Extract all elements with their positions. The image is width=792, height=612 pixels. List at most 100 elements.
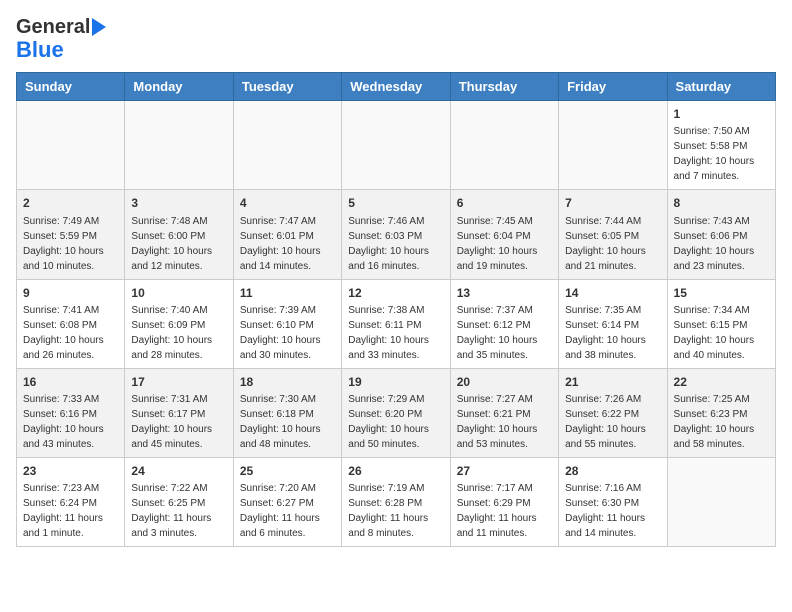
calendar-cell: 12 Sunrise: 7:38 AM Sunset: 6:11 PM Dayli… <box>342 279 450 368</box>
day-info: Sunrise: 7:50 AM Sunset: 5:58 PM Dayligh… <box>674 126 755 182</box>
calendar-cell: 5 Sunrise: 7:46 AM Sunset: 6:03 PM Daylig… <box>342 190 450 279</box>
calendar-cell: 9 Sunrise: 7:41 AM Sunset: 6:08 PM Daylig… <box>17 279 125 368</box>
day-info: Sunrise: 7:40 AM Sunset: 6:09 PM Dayligh… <box>131 305 212 361</box>
calendar-cell: 14 Sunrise: 7:35 AM Sunset: 6:14 PM Dayli… <box>559 279 667 368</box>
day-number: 4 <box>240 195 335 211</box>
day-number: 15 <box>674 285 769 301</box>
day-info: Sunrise: 7:37 AM Sunset: 6:12 PM Dayligh… <box>457 305 538 361</box>
calendar-cell: 22 Sunrise: 7:25 AM Sunset: 6:23 PM Dayli… <box>667 368 775 457</box>
calendar-cell: 3Sunrise: 7:48 AM Sunset: 6:00 PM Daylig… <box>125 190 233 279</box>
day-number: 13 <box>457 285 552 301</box>
calendar-cell: 16Sunrise: 7:33 AM Sunset: 6:16 PM Dayli… <box>17 368 125 457</box>
calendar-cell: 27 Sunrise: 7:17 AM Sunset: 6:29 PM Dayli… <box>450 457 558 546</box>
day-info: Sunrise: 7:30 AM Sunset: 6:18 PM Dayligh… <box>240 394 321 450</box>
calendar-cell: 6Sunrise: 7:45 AM Sunset: 6:04 PM Daylig… <box>450 190 558 279</box>
calendar-cell <box>450 101 558 190</box>
day-info: Sunrise: 7:26 AM Sunset: 6:22 PM Dayligh… <box>565 394 646 450</box>
day-number: 18 <box>240 374 335 390</box>
calendar-cell <box>233 101 341 190</box>
day-info: Sunrise: 7:35 AM Sunset: 6:14 PM Dayligh… <box>565 305 646 361</box>
day-number: 9 <box>23 285 118 301</box>
day-info: Sunrise: 7:19 AM Sunset: 6:28 PM Dayligh… <box>348 483 428 539</box>
day-info: Sunrise: 7:16 AM Sunset: 6:30 PM Dayligh… <box>565 483 645 539</box>
calendar-cell: 4 Sunrise: 7:47 AM Sunset: 6:01 PM Daylig… <box>233 190 341 279</box>
day-number: 5 <box>348 195 443 211</box>
day-number: 28 <box>565 463 660 479</box>
day-number: 12 <box>348 285 443 301</box>
calendar-cell <box>17 101 125 190</box>
logo-arrow-icon <box>92 18 106 36</box>
day-info: Sunrise: 7:47 AM Sunset: 6:01 PM Dayligh… <box>240 216 321 272</box>
calendar-cell: 13 Sunrise: 7:37 AM Sunset: 6:12 PM Dayli… <box>450 279 558 368</box>
day-number: 8 <box>674 195 769 211</box>
day-info: Sunrise: 7:27 AM Sunset: 6:21 PM Dayligh… <box>457 394 538 450</box>
day-info: Sunrise: 7:34 AM Sunset: 6:15 PM Dayligh… <box>674 305 755 361</box>
page-header: General Blue <box>16 16 776 62</box>
day-info: Sunrise: 7:48 AM Sunset: 6:00 PM Dayligh… <box>131 216 212 272</box>
day-number: 2 <box>23 195 118 211</box>
calendar-cell: 1 Sunrise: 7:50 AM Sunset: 5:58 PM Daylig… <box>667 101 775 190</box>
calendar-cell: 25 Sunrise: 7:20 AM Sunset: 6:27 PM Dayli… <box>233 457 341 546</box>
day-number: 16 <box>23 374 118 390</box>
calendar-cell: 18 Sunrise: 7:30 AM Sunset: 6:18 PM Dayli… <box>233 368 341 457</box>
logo-general: General <box>16 16 90 38</box>
day-of-week-header: Monday <box>125 73 233 101</box>
calendar-cell: 8 Sunrise: 7:43 AM Sunset: 6:06 PM Daylig… <box>667 190 775 279</box>
logo-blue: Blue <box>16 38 64 62</box>
day-number: 27 <box>457 463 552 479</box>
day-of-week-header: Sunday <box>17 73 125 101</box>
day-number: 1 <box>674 106 769 122</box>
day-of-week-header: Friday <box>559 73 667 101</box>
calendar-cell: 11 Sunrise: 7:39 AM Sunset: 6:10 PM Dayli… <box>233 279 341 368</box>
day-info: Sunrise: 7:39 AM Sunset: 6:10 PM Dayligh… <box>240 305 321 361</box>
day-of-week-header: Saturday <box>667 73 775 101</box>
day-info: Sunrise: 7:23 AM Sunset: 6:24 PM Dayligh… <box>23 483 103 539</box>
calendar-cell: 26 Sunrise: 7:19 AM Sunset: 6:28 PM Dayli… <box>342 457 450 546</box>
calendar-cell: 7 Sunrise: 7:44 AM Sunset: 6:05 PM Daylig… <box>559 190 667 279</box>
calendar-cell: 2 Sunrise: 7:49 AM Sunset: 5:59 PM Daylig… <box>17 190 125 279</box>
day-info: Sunrise: 7:29 AM Sunset: 6:20 PM Dayligh… <box>348 394 429 450</box>
day-number: 24 <box>131 463 226 479</box>
calendar-week-row: 16Sunrise: 7:33 AM Sunset: 6:16 PM Dayli… <box>17 368 776 457</box>
day-number: 10 <box>131 285 226 301</box>
logo: General Blue <box>16 16 106 62</box>
day-number: 7 <box>565 195 660 211</box>
day-info: Sunrise: 7:43 AM Sunset: 6:06 PM Dayligh… <box>674 216 755 272</box>
day-number: 26 <box>348 463 443 479</box>
day-number: 23 <box>23 463 118 479</box>
calendar-cell: 20 Sunrise: 7:27 AM Sunset: 6:21 PM Dayli… <box>450 368 558 457</box>
day-info: Sunrise: 7:38 AM Sunset: 6:11 PM Dayligh… <box>348 305 429 361</box>
day-info: Sunrise: 7:20 AM Sunset: 6:27 PM Dayligh… <box>240 483 320 539</box>
calendar-week-row: 2 Sunrise: 7:49 AM Sunset: 5:59 PM Daylig… <box>17 190 776 279</box>
calendar-header-row: SundayMondayTuesdayWednesdayThursdayFrid… <box>17 73 776 101</box>
day-of-week-header: Thursday <box>450 73 558 101</box>
day-info: Sunrise: 7:41 AM Sunset: 6:08 PM Dayligh… <box>23 305 104 361</box>
day-number: 25 <box>240 463 335 479</box>
calendar-cell: 15 Sunrise: 7:34 AM Sunset: 6:15 PM Dayli… <box>667 279 775 368</box>
day-info: Sunrise: 7:17 AM Sunset: 6:29 PM Dayligh… <box>457 483 537 539</box>
day-of-week-header: Wednesday <box>342 73 450 101</box>
calendar-table: SundayMondayTuesdayWednesdayThursdayFrid… <box>16 72 776 547</box>
calendar-cell: 28 Sunrise: 7:16 AM Sunset: 6:30 PM Dayli… <box>559 457 667 546</box>
day-number: 14 <box>565 285 660 301</box>
day-number: 20 <box>457 374 552 390</box>
calendar-cell <box>667 457 775 546</box>
day-number: 19 <box>348 374 443 390</box>
day-number: 6 <box>457 195 552 211</box>
day-info: Sunrise: 7:49 AM Sunset: 5:59 PM Dayligh… <box>23 216 104 272</box>
day-number: 11 <box>240 285 335 301</box>
day-number: 21 <box>565 374 660 390</box>
calendar-cell: 21 Sunrise: 7:26 AM Sunset: 6:22 PM Dayli… <box>559 368 667 457</box>
calendar-week-row: 23 Sunrise: 7:23 AM Sunset: 6:24 PM Dayli… <box>17 457 776 546</box>
calendar-week-row: 1 Sunrise: 7:50 AM Sunset: 5:58 PM Daylig… <box>17 101 776 190</box>
calendar-cell: 24Sunrise: 7:22 AM Sunset: 6:25 PM Dayli… <box>125 457 233 546</box>
day-info: Sunrise: 7:31 AM Sunset: 6:17 PM Dayligh… <box>131 394 212 450</box>
calendar-cell <box>342 101 450 190</box>
day-number: 22 <box>674 374 769 390</box>
day-of-week-header: Tuesday <box>233 73 341 101</box>
day-info: Sunrise: 7:25 AM Sunset: 6:23 PM Dayligh… <box>674 394 755 450</box>
day-number: 17 <box>131 374 226 390</box>
day-info: Sunrise: 7:46 AM Sunset: 6:03 PM Dayligh… <box>348 216 429 272</box>
calendar-cell: 10 Sunrise: 7:40 AM Sunset: 6:09 PM Dayli… <box>125 279 233 368</box>
day-info: Sunrise: 7:44 AM Sunset: 6:05 PM Dayligh… <box>565 216 646 272</box>
